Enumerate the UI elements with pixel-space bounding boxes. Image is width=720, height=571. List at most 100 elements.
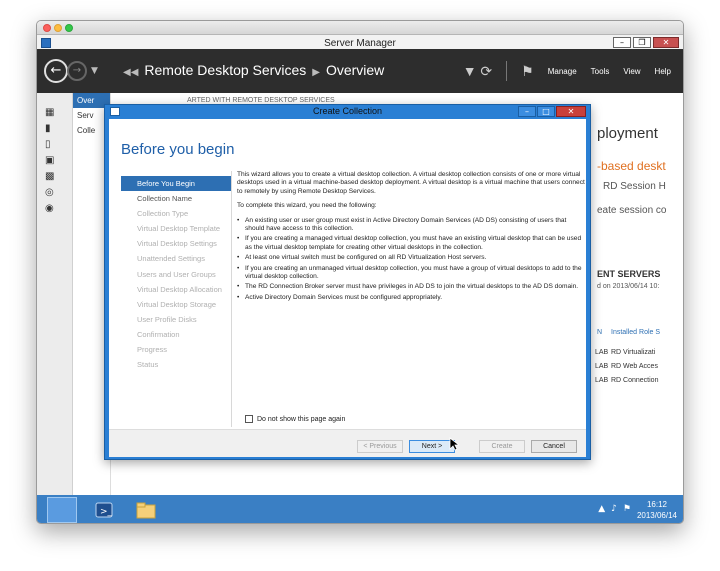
system-tray: ▲ ♪ ⚑: [598, 504, 631, 514]
wizard-steps: Before You Begin Collection Name Collect…: [121, 176, 231, 372]
minimize-icon[interactable]: –: [613, 37, 631, 48]
step-before-you-begin[interactable]: Before You Begin: [121, 176, 231, 192]
svg-text:>_: >_: [100, 507, 113, 517]
page-title: Before you begin: [121, 141, 235, 158]
file-explorer-taskbar-icon[interactable]: [131, 497, 161, 523]
mac-minimize-button[interactable]: [54, 24, 62, 32]
requirement-item: Active Directory Domain Services must be…: [237, 294, 585, 303]
local-server-icon[interactable]: ▮: [45, 123, 57, 135]
dialog-controls: – □ ✕: [518, 106, 586, 117]
previous-button[interactable]: < Previous: [357, 440, 403, 453]
nav-divider: [506, 61, 508, 81]
iis-icon[interactable]: ◎: [45, 187, 57, 199]
started-header: ARTED WITH REMOTE DESKTOP SERVICES: [187, 97, 335, 104]
dialog-body: Before you begin Before You Begin Collec…: [109, 119, 586, 457]
menu-view[interactable]: View: [623, 67, 640, 76]
dialog-close-icon[interactable]: ✕: [556, 106, 586, 117]
step-user-profile-disks: User Profile Disks: [137, 314, 197, 324]
step-virtual-desktop-allocation: Virtual Desktop Allocation: [137, 284, 222, 294]
step-confirmation: Confirmation: [137, 329, 180, 339]
intro-text: This wizard allows you to create a virtu…: [237, 171, 585, 195]
step-virtual-desktop-storage: Virtual Desktop Storage: [137, 299, 217, 309]
n-col: N: [597, 329, 603, 336]
step-virtual-desktop-settings: Virtual Desktop Settings: [137, 239, 217, 249]
requirement-item: The RD Connection Broker server must hav…: [237, 283, 585, 292]
window-controls: – ❐ ✕: [613, 37, 679, 48]
clock-time: 16:12: [646, 500, 667, 509]
mac-titlebar: [37, 21, 683, 35]
requirements-intro: To complete this wizard, you need the fo…: [237, 202, 377, 210]
requirement-item: An existing user or user group must exis…: [237, 217, 585, 234]
navigation-bar: ← → ▼ ◀◀ Remote Desktop Services ▶ Overview…: [37, 49, 683, 93]
refresh-icon[interactable]: ▼ ⟳: [463, 63, 492, 80]
deployment-heading: ployment: [597, 125, 658, 142]
based-desktop-heading: -based deskt: [597, 159, 666, 173]
requirement-item: If you are creating a managed virtual de…: [237, 235, 585, 252]
lab-1: LAB: [595, 349, 609, 356]
rds-icon[interactable]: ◉: [45, 203, 57, 215]
mac-zoom-button[interactable]: [65, 24, 73, 32]
create-button[interactable]: Create: [479, 440, 525, 453]
cancel-button[interactable]: Cancel: [531, 440, 577, 453]
dashboard-icon[interactable]: ▦: [45, 107, 57, 119]
back-button[interactable]: ←: [44, 59, 68, 83]
step-collection-type: Collection Type: [137, 209, 189, 219]
requirement-item: At least one virtual switch must be conf…: [237, 254, 585, 263]
taskbar: >_ ▲ ♪ ⚑ 16:12 2013/06/14: [37, 495, 683, 523]
step-progress: Progress: [137, 345, 168, 355]
breadcrumb-chevron-icon: ◀◀: [123, 67, 139, 78]
mouse-cursor-icon: [449, 437, 459, 451]
wizard-content: This wizard allows you to create a virtu…: [237, 171, 585, 427]
left-icon-rail: ▦ ▮ ▯ ▣ ▩ ◎ ◉: [37, 93, 73, 495]
dialog-minimize-icon[interactable]: –: [518, 106, 536, 117]
nav-menu: ▼ ⟳ ⚑ Manage Tools View Help: [463, 49, 671, 93]
history-dropdown-icon[interactable]: ▼: [91, 66, 98, 76]
step-unattended-settings: Unattended Settings: [137, 254, 205, 264]
breadcrumb: ◀◀ Remote Desktop Services ▶ Overview: [117, 62, 384, 78]
do-not-show-label: Do not show this page again: [257, 415, 346, 423]
menu-help[interactable]: Help: [655, 67, 671, 76]
create-collection-dialog: Create Collection – □ ✕ Before you begin…: [104, 104, 591, 460]
volume-icon[interactable]: ♪: [611, 504, 617, 514]
step-collection-name[interactable]: Collection Name: [121, 191, 231, 206]
forward-button[interactable]: →: [67, 61, 87, 81]
lab-3: LAB: [595, 377, 609, 384]
requirements-list: An existing user or user group must exis…: [237, 217, 585, 303]
rd-session-label: RD Session H: [603, 181, 666, 192]
mac-close-button[interactable]: [43, 24, 51, 32]
powershell-taskbar-icon[interactable]: >_: [89, 497, 119, 523]
all-servers-icon[interactable]: ▯: [45, 139, 57, 151]
servers-date: d on 2013/06/14 10:: [597, 283, 660, 290]
menu-tools[interactable]: Tools: [591, 67, 610, 76]
breadcrumb-separator-icon: ▶: [312, 67, 320, 78]
file-storage-icon[interactable]: ▣: [45, 155, 57, 167]
restore-icon[interactable]: ❐: [633, 37, 651, 48]
requirement-item: If you are creating an unmanaged virtual…: [237, 265, 585, 282]
window-title: Server Manager: [324, 38, 396, 49]
create-session-label: eate session co: [597, 205, 667, 216]
lab-2: LAB: [595, 363, 609, 370]
dialog-footer: < Previous Next > Create Cancel: [109, 429, 586, 457]
clock[interactable]: 16:12 2013/06/14: [637, 499, 677, 521]
installed-role-header[interactable]: Installed Role S: [611, 329, 660, 336]
step-users-and-groups: Users and User Groups: [137, 269, 216, 279]
do-not-show-checkbox[interactable]: [245, 415, 253, 423]
dialog-titlebar: Create Collection – □ ✕: [105, 105, 590, 119]
dialog-maximize-icon[interactable]: □: [537, 106, 555, 117]
notifications-flag-icon[interactable]: ⚑: [521, 63, 534, 80]
server-manager-taskbar-icon[interactable]: [47, 497, 77, 523]
breadcrumb-section[interactable]: Remote Desktop Services: [144, 62, 306, 78]
breadcrumb-page: Overview: [325, 62, 385, 78]
action-center-icon[interactable]: ⚑: [623, 504, 631, 514]
step-status: Status: [137, 360, 159, 370]
menu-manage[interactable]: Manage: [548, 67, 577, 76]
role-1: RD Virtualizati: [611, 349, 656, 356]
clock-date: 2013/06/14: [636, 511, 677, 520]
role-3: RD Connection: [611, 377, 659, 384]
do-not-show-option[interactable]: Do not show this page again: [245, 415, 345, 423]
step-virtual-desktop-template: Virtual Desktop Template: [137, 224, 221, 234]
servers-header: ENT SERVERS: [597, 269, 661, 279]
network-icon[interactable]: ▲: [598, 504, 605, 514]
close-icon[interactable]: ✕: [653, 37, 679, 48]
hyperv-icon[interactable]: ▩: [45, 171, 57, 183]
